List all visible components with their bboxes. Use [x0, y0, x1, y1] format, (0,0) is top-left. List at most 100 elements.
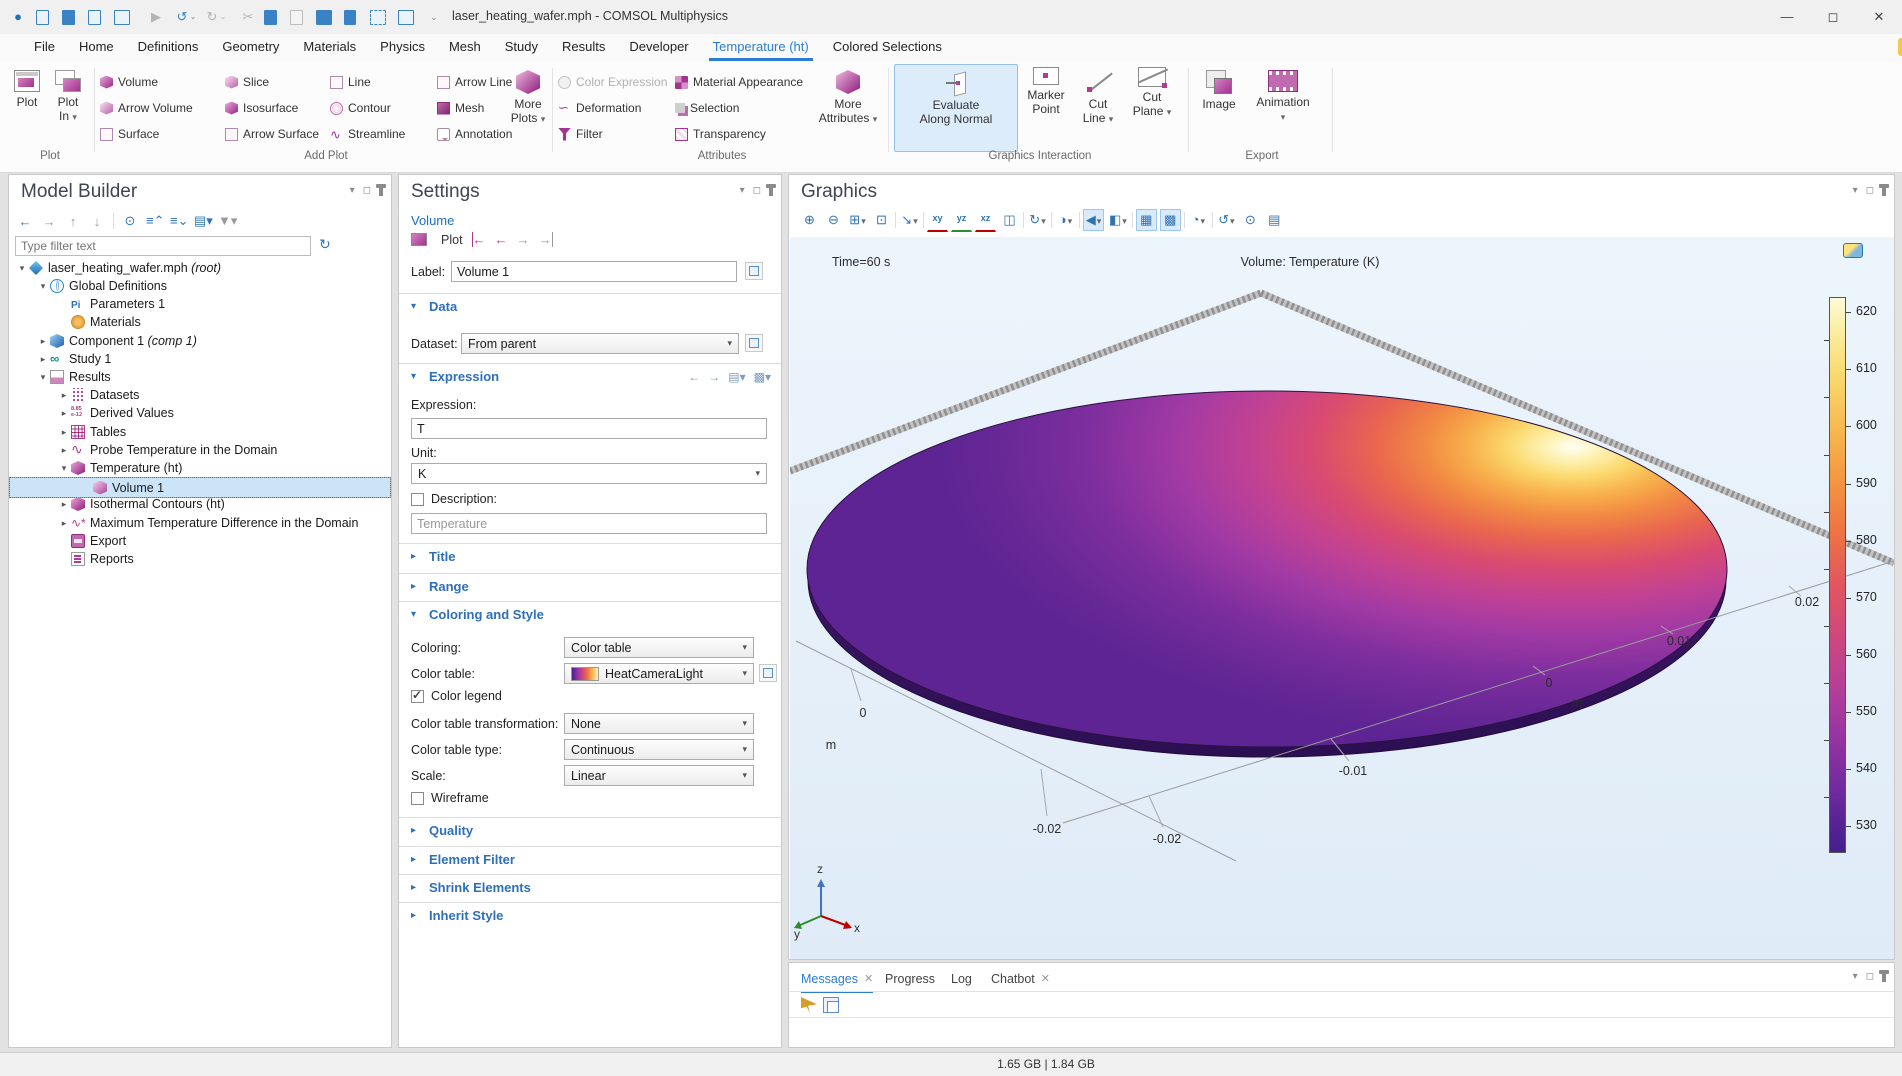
dataset-plus-icon[interactable] [745, 334, 763, 352]
chevron-right-icon[interactable]: ▸ [57, 427, 71, 438]
panel-menu-caret-icon[interactable]: ▾ [1853, 185, 1858, 196]
section-inherit-style[interactable]: ▸Inherit Style [399, 902, 781, 928]
panel-pin-icon[interactable] [379, 187, 383, 196]
section-title[interactable]: ▸Title [399, 543, 781, 569]
panel-menu-caret-icon[interactable]: ▾ [350, 185, 355, 196]
zoom-out-icon[interactable]: ⊖ [823, 209, 844, 231]
panel-float-icon[interactable]: ◻ [753, 185, 761, 196]
tree-item-results[interactable]: ▾Results [9, 368, 391, 386]
select-box-icon[interactable] [370, 10, 386, 25]
ribbon-streamline[interactable]: Streamline [330, 124, 405, 144]
zoom-in-icon[interactable]: ⊕ [799, 209, 820, 231]
more-plots-button[interactable]: More Plots ▾ [506, 64, 550, 150]
ribbon-deformation[interactable]: Deformation [558, 98, 641, 118]
ribbon-slice[interactable]: Slice [225, 72, 269, 92]
search-icon[interactable] [398, 10, 414, 25]
last-plot-icon[interactable]: → [539, 232, 553, 247]
ribbon-surface[interactable]: Surface [100, 124, 159, 144]
zoom-box-icon[interactable]: ⊞▾ [847, 209, 868, 231]
tree-item-materials[interactable]: Materials [9, 313, 391, 331]
tree-item-probe-temperature[interactable]: ▸Probe Temperature in the Domain [9, 441, 391, 459]
image-button[interactable]: Image [1194, 64, 1244, 150]
forward-icon[interactable]: → [41, 214, 57, 229]
ribbon-arrow-volume[interactable]: Arrow Volume [100, 98, 193, 118]
scale-select[interactable]: Linear▾ [564, 765, 754, 786]
unit-combo[interactable]: K▾ [411, 463, 767, 484]
chevron-down-icon[interactable]: ▾ [57, 463, 71, 474]
tree-filter-icon[interactable]: ▼▾ [218, 213, 234, 229]
up-icon[interactable]: ↑ [65, 214, 81, 229]
insert-expression-icon[interactable]: ▩▾ [754, 370, 771, 384]
expression-back-icon[interactable]: ← [688, 370, 700, 384]
ribbon-isosurface[interactable]: Isosurface [225, 98, 298, 118]
replace-expression-icon[interactable]: ▤▾ [728, 370, 745, 384]
snapshot-icon[interactable]: ⊙ [1240, 209, 1261, 231]
save-icon[interactable] [88, 10, 101, 25]
redo-caret-icon[interactable]: ⌄ [218, 7, 228, 27]
cut-icon[interactable]: ✂ [238, 7, 258, 27]
label-input[interactable] [451, 261, 737, 282]
section-shrink-elements[interactable]: ▸Shrink Elements [399, 874, 781, 900]
ribbon-volume[interactable]: Volume [100, 72, 158, 92]
ribbon-mesh[interactable]: Mesh [437, 98, 484, 118]
collapse-all-icon[interactable]: ≡⌃ [146, 213, 162, 229]
color-legend-checkbox[interactable] [411, 690, 424, 703]
panel-float-icon[interactable]: ◻ [1866, 971, 1874, 982]
menu-results[interactable]: Results [550, 34, 617, 62]
menu-physics[interactable]: Physics [368, 34, 437, 62]
section-quality[interactable]: ▸Quality [399, 817, 781, 843]
chevron-right-icon[interactable]: ▸ [57, 499, 71, 510]
new-file-icon[interactable] [36, 10, 49, 25]
maximize-button[interactable]: ◻ [1810, 0, 1856, 34]
section-coloring-and-style[interactable]: ▾Coloring and Style [399, 601, 781, 627]
panel-menu-caret-icon[interactable]: ▾ [1853, 971, 1858, 982]
chevron-right-icon[interactable]: ▸ [36, 336, 50, 347]
tree-item-export[interactable]: Export [9, 532, 391, 550]
color-table-transformation-select[interactable]: None▾ [564, 713, 754, 734]
scene-light-icon[interactable]: ◑▾ [1055, 209, 1076, 231]
chevron-down-icon[interactable]: ▾ [36, 372, 50, 383]
tree-item-tables[interactable]: ▸Tables [9, 423, 391, 441]
next-plot-icon[interactable]: → [517, 232, 530, 247]
go-to-default-view-icon[interactable]: ↘▾ [899, 209, 920, 231]
ribbon-selection[interactable]: Selection [675, 98, 739, 118]
tree-item-component[interactable]: ▸Component 1 (comp 1) [9, 332, 391, 350]
chevron-right-icon[interactable]: ▸ [57, 518, 71, 529]
tab-log[interactable]: Log [951, 967, 972, 991]
description-checkbox[interactable] [411, 493, 424, 506]
menu-home[interactable]: Home [67, 34, 126, 62]
menu-mesh[interactable]: Mesh [437, 34, 493, 62]
copy-icon[interactable] [264, 10, 277, 25]
visualization-icon[interactable]: ◧▾ [1107, 209, 1129, 231]
show-grid-icon[interactable]: ▦ [1136, 209, 1157, 231]
down-icon[interactable]: ↓ [89, 214, 105, 229]
minimize-button[interactable]: — [1764, 0, 1810, 34]
select-mode-icon[interactable]: ◀▾ [1083, 209, 1104, 231]
view-xy-icon[interactable]: xy [927, 209, 948, 232]
ribbon-transparency[interactable]: Transparency [675, 124, 766, 144]
section-expression[interactable]: ▾Expression ← → ▤▾ ▩▾ [399, 363, 781, 389]
duplicate-icon[interactable] [316, 10, 332, 25]
chevron-down-icon[interactable]: ▾ [15, 263, 29, 274]
expression-forward-icon[interactable]: → [708, 370, 720, 384]
section-element-filter[interactable]: ▸Element Filter [399, 846, 781, 872]
menu-colored-selections[interactable]: Colored Selections [821, 34, 954, 62]
undo-caret-icon[interactable]: ⌄ [188, 7, 198, 27]
panel-pin-icon[interactable] [1882, 187, 1886, 196]
panel-float-icon[interactable]: ◻ [363, 185, 371, 196]
tree-item-root[interactable]: ▾laser_heating_wafer.mph (root) [9, 259, 391, 277]
tree-item-global-definitions[interactable]: ▾Global Definitions [9, 277, 391, 295]
dataset-select[interactable]: From parent▾ [461, 333, 739, 354]
zoom-extents-icon[interactable]: ⊡ [871, 209, 892, 231]
help-icon[interactable]: ? [1898, 38, 1902, 56]
plot-thumbnail-icon[interactable] [1843, 243, 1863, 258]
view-yz-icon[interactable]: yz [951, 209, 972, 232]
panel-pin-icon[interactable] [1882, 973, 1886, 982]
cut-plane-button[interactable]: Cut Plane ▾ [1126, 64, 1178, 150]
print-icon[interactable]: ▤ [1264, 209, 1285, 231]
wireframe-checkbox[interactable] [411, 792, 424, 805]
close-button[interactable]: ✕ [1856, 0, 1902, 34]
panel-menu-caret-icon[interactable]: ▾ [740, 185, 745, 196]
chevron-right-icon[interactable]: ▸ [36, 354, 50, 365]
rotate-icon[interactable]: ↻▾ [1027, 209, 1048, 231]
